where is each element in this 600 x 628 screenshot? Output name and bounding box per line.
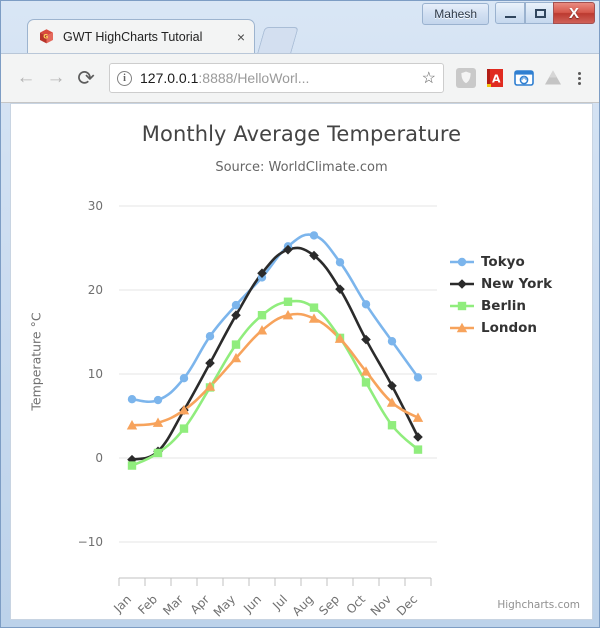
chart-credits: Highcharts.com [497,599,580,611]
x-axis-tick-label: Mar [160,592,186,618]
back-button[interactable]: ← [11,63,41,93]
data-point-marker[interactable] [413,432,423,442]
series-line[interactable] [130,246,420,461]
tab-strip: G GWT HighCharts Tutorial × [1,19,599,53]
data-point-marker[interactable] [205,358,215,368]
url-path: :8888/HelloWorl... [198,70,310,86]
adobe-acrobat-extension-icon[interactable]: A [482,65,508,91]
shield-extension-icon[interactable] [453,65,479,91]
y-axis-tick-label: −10 [78,535,103,549]
gwt-cube-icon: G [38,28,55,45]
data-point-marker[interactable] [413,445,423,454]
series-line[interactable] [130,312,420,427]
square-marker-icon [449,299,475,313]
screenshot-extension-icon[interactable] [511,65,537,91]
menu-dot [577,76,581,80]
x-axis: Jan Feb Mar AprMay Jun Jul Aug Sep Oct Nov Dec [110,577,432,619]
x-axis-tick-label: Jul [269,592,290,613]
data-point-marker[interactable] [231,300,241,310]
data-point-marker[interactable] [205,332,215,341]
data-point-marker[interactable] [413,373,423,382]
x-axis-tick-label: Oct [344,592,369,617]
data-point-marker[interactable] [153,448,163,458]
menu-dot [577,81,581,85]
data-point-marker[interactable] [387,421,397,430]
browser-window: Mahesh X G GWT HighCharts Tutorial × ← →… [0,0,600,628]
x-axis-tick-label: Jan [110,592,134,616]
forward-button[interactable]: → [41,63,71,93]
data-point-marker[interactable] [153,395,163,405]
data-point-marker[interactable] [309,231,319,240]
legend-item-new-york[interactable]: New York [449,273,589,295]
data-point-marker[interactable] [361,378,371,387]
data-point-marker[interactable] [387,337,397,346]
diamond-marker-icon [449,277,475,291]
x-axis-tick-label: Nov [368,592,394,618]
google-drive-extension-icon[interactable] [540,65,566,91]
data-point-marker[interactable] [179,374,189,383]
highcharts-chart: Monthly Average Temperature Source: Worl… [11,104,592,619]
y-axis-tick-label: 20 [88,283,103,297]
x-axis-tick-label: Apr [188,592,213,617]
page-viewport: Monthly Average Temperature Source: Worl… [10,103,593,620]
data-point-marker[interactable] [257,311,267,320]
y-axis-tick-label: 10 [88,367,103,381]
menu-dot [577,71,581,75]
data-series-layer [126,231,424,470]
legend-label: Berlin [481,298,526,314]
x-axis-tick-label: May [211,592,238,619]
data-point-marker[interactable] [127,461,137,470]
chart-plot-area: 30 20 10 0 −10 Jan Feb Mar AprMay Jun Jul Aug Sep Oc… [78,199,437,619]
circle-marker-icon [449,255,475,269]
data-point-marker[interactable] [387,380,397,391]
data-point-marker[interactable] [127,395,137,404]
url-text: 127.0.0.1:8888/HelloWorl... [140,70,416,86]
data-point-marker[interactable] [457,279,467,289]
minimize-icon [504,15,516,18]
data-point-marker[interactable] [335,258,345,267]
data-point-marker[interactable] [179,424,189,433]
browser-menu-button[interactable] [569,65,589,91]
tab-title: GWT HighCharts Tutorial [63,29,203,44]
y-axis-tick-label: 30 [88,199,103,213]
x-axis-tick-label: Feb [135,592,160,617]
y-axis-tick-label: 0 [95,451,103,465]
triangle-marker-icon [449,321,475,335]
x-axis-tick-label: Sep [316,592,342,618]
x-axis-tick-label: Aug [290,592,316,618]
data-point-marker[interactable] [457,301,467,311]
svg-text:A: A [492,73,501,86]
bookmark-star-icon[interactable]: ☆ [416,68,436,88]
legend-item-london[interactable]: London [449,317,589,339]
address-bar[interactable]: i 127.0.0.1:8888/HelloWorl... ☆ [109,63,444,93]
browser-tab[interactable]: G GWT HighCharts Tutorial × [27,19,255,53]
x-axis-tick-label: Dec [394,592,420,618]
legend-item-tokyo[interactable]: Tokyo [449,251,589,273]
reload-button[interactable]: ⟳ [71,63,101,93]
data-point-marker[interactable] [231,340,241,349]
legend-item-berlin[interactable]: Berlin [449,295,589,317]
legend-label: London [481,320,538,336]
svg-text:G: G [43,34,48,41]
y-axis-ticks: 30 20 10 0 −10 [78,199,103,549]
data-point-marker[interactable] [283,297,293,306]
legend-label: New York [481,276,553,292]
data-point-marker[interactable] [309,303,319,312]
data-point-marker[interactable] [457,257,467,267]
x-axis-tick-label: Jun [240,592,264,616]
data-point-marker[interactable] [361,334,371,345]
page-info-icon[interactable]: i [117,70,132,86]
browser-toolbar: ← → ⟳ i 127.0.0.1:8888/HelloWorl... ☆ A [1,53,599,103]
data-point-marker[interactable] [361,300,371,309]
maximize-icon [534,8,546,18]
chart-legend: Tokyo New York Berlin London [449,251,589,339]
tab-close-icon[interactable]: × [234,30,248,44]
new-tab-button[interactable] [257,27,299,53]
url-host: 127.0.0.1 [140,70,199,86]
legend-label: Tokyo [481,254,525,270]
